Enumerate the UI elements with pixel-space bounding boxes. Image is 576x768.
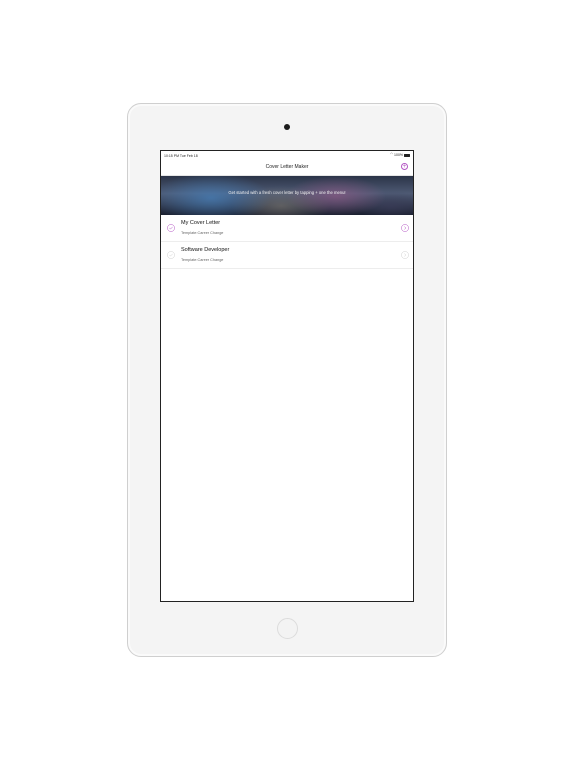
- navigation-bar: Cover Letter Maker +: [161, 160, 413, 176]
- checkmark-circle-icon[interactable]: [167, 251, 175, 259]
- chevron-right-icon[interactable]: [401, 251, 409, 259]
- hero-banner: Get started with a fresh cover letter by…: [161, 176, 413, 215]
- ipad-frame: 10:15 PM Tue Feb 18 ◠ 100% Cover Letter …: [127, 103, 447, 657]
- item-title: My Cover Letter: [181, 220, 221, 226]
- cover-letter-list: My Cover Letter Template:Career Change S…: [161, 215, 413, 269]
- item-subtitle: Template:Career Change: [181, 231, 224, 235]
- list-item[interactable]: My Cover Letter Template:Career Change: [161, 215, 413, 242]
- banner-message: Get started with a fresh cover letter by…: [228, 190, 346, 195]
- add-button[interactable]: +: [401, 163, 408, 170]
- item-title: Software Developer: [181, 247, 230, 253]
- list-item[interactable]: Software Developer Template:Career Chang…: [161, 242, 413, 269]
- camera-icon: [284, 124, 290, 130]
- page-title: Cover Letter Maker: [265, 164, 309, 170]
- wifi-icon: ◠: [389, 152, 394, 157]
- status-time: 10:15 PM: [164, 154, 179, 158]
- stage: 10:15 PM Tue Feb 18 ◠ 100% Cover Letter …: [0, 0, 576, 768]
- battery-percent: 100%: [394, 153, 403, 157]
- home-button[interactable]: [277, 618, 298, 639]
- chevron-right-icon[interactable]: [401, 224, 409, 232]
- item-subtitle: Template:Career Change: [181, 258, 224, 262]
- app-screen: 10:15 PM Tue Feb 18 ◠ 100% Cover Letter …: [160, 150, 414, 602]
- status-time-date: 10:15 PM Tue Feb 18: [164, 154, 198, 158]
- battery-icon: [404, 153, 410, 157]
- plus-circle-icon: +: [402, 163, 407, 170]
- checkmark-circle-icon[interactable]: [167, 224, 175, 232]
- status-date: Tue Feb 18: [179, 154, 198, 158]
- status-indicators: ◠ 100%: [390, 153, 410, 157]
